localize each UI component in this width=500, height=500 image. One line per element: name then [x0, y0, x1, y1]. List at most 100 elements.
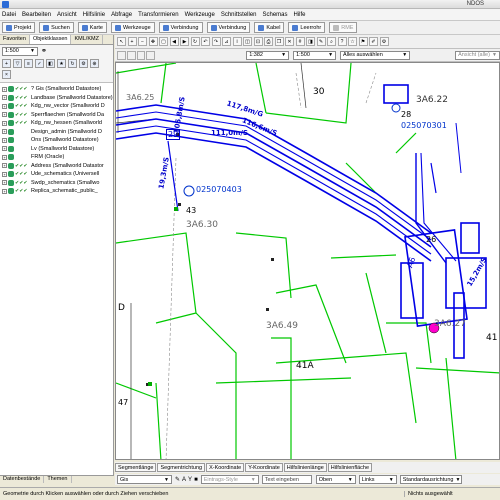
zoom-in-icon[interactable]: +	[127, 37, 137, 46]
previous-view-icon[interactable]: ◀	[169, 37, 179, 46]
datasource-row[interactable]: + ✔✔✔ Sperrflaechen (Smallworld Da	[0, 111, 113, 120]
orientation-select[interactable]: Standardausrichtung ▼	[399, 475, 462, 484]
lock-icon[interactable]: ⊡	[253, 37, 263, 46]
select-all-dropdown[interactable]: Alles auswählen ▼	[340, 50, 411, 60]
tab-favoriten[interactable]: Favoriten	[0, 35, 30, 44]
color-icon[interactable]: ■	[194, 477, 198, 483]
add-icon[interactable]: +	[2, 59, 11, 68]
menu-schemas[interactable]: Schemas	[263, 12, 288, 18]
layer-icon[interactable]: ◨	[306, 37, 315, 46]
settings-icon[interactable]: ⚙	[379, 37, 389, 46]
tool-icon[interactable]: ✎	[316, 37, 326, 46]
measure-icon[interactable]: ⊿	[222, 37, 231, 46]
tab-x-koordinate[interactable]: X-Koordinate	[206, 463, 245, 472]
kabel-button[interactable]: Kabel	[254, 22, 285, 33]
pan-icon[interactable]: ✥	[148, 37, 158, 46]
datasource-row[interactable]: + ✔✔✔ Address (Smallworld Datastor	[0, 162, 113, 171]
info-icon[interactable]: i	[232, 37, 242, 46]
scale-select-2[interactable]: 1:500 ▼	[293, 50, 337, 60]
refresh-icon[interactable]: ↻	[190, 37, 200, 46]
style-select[interactable]: Eintrags-Style ▼	[200, 475, 259, 484]
list-icon[interactable]: ≡	[24, 59, 33, 68]
scale-select[interactable]: 1:500 ▼	[2, 46, 38, 56]
star-icon[interactable]: ☆	[348, 37, 357, 46]
delete-icon[interactable]: ✕	[285, 37, 294, 46]
help-icon[interactable]: ?	[337, 37, 347, 46]
datasource-row[interactable]: + Lv (Smallworld Datastore)	[0, 145, 113, 154]
zoom-icon[interactable]: ⊕	[90, 59, 99, 68]
tab-themen[interactable]: Themen	[44, 476, 72, 483]
back-icon[interactable]	[126, 50, 136, 60]
leerrohr-button[interactable]: Leerrohr	[288, 22, 326, 33]
text-input[interactable]: Text eingeben	[261, 475, 312, 484]
font-icon[interactable]: Y	[188, 477, 192, 483]
check-icon[interactable]: ✓	[35, 59, 44, 68]
text-tool-icon[interactable]: ✎	[175, 476, 180, 483]
suchen-button[interactable]: Suchen	[39, 22, 74, 33]
copy-icon[interactable]: ❐	[274, 37, 284, 46]
verbindung-button-2[interactable]: Verbindung	[206, 22, 251, 33]
filter-icon[interactable]: ▽	[13, 59, 22, 68]
edit-icon[interactable]: ✐	[369, 37, 378, 46]
menu-schnittstellen[interactable]: Schnittstellen	[221, 12, 257, 18]
menu-bearbeiten[interactable]: Bearbeiten	[22, 12, 51, 18]
datasource-row[interactable]: + ✔✔✔ Replica_schematic_public_	[0, 187, 113, 196]
forward-icon[interactable]	[136, 50, 146, 60]
tab-segmentlaenge[interactable]: Segmentlänge	[115, 463, 157, 472]
tab-datenbestaende[interactable]: Datenbestände	[0, 476, 45, 483]
grid-icon[interactable]: #	[295, 37, 305, 46]
view-dropdown[interactable]: Ansicht (alle) ▼	[455, 50, 500, 60]
home-icon[interactable]	[117, 50, 126, 60]
layers-icon[interactable]: ◧	[46, 59, 55, 68]
next-view-icon[interactable]: ▶	[180, 37, 189, 46]
tab-objektklassen[interactable]: Objektklassen	[29, 35, 72, 44]
search-icon[interactable]: ⌕	[327, 37, 336, 46]
menu-transformieren[interactable]: Transformieren	[138, 12, 178, 18]
menu-abfrage[interactable]: Abfrage	[111, 12, 132, 18]
binoculars-icon[interactable]: ⚭	[41, 47, 47, 55]
zoom-extent-icon[interactable]	[146, 50, 156, 60]
datasource-row[interactable]: + Design_admin (Smallworld D	[0, 128, 113, 137]
horizontal-position-select[interactable]: Links ▼	[358, 475, 397, 484]
layer-select[interactable]: Gis ▼	[117, 475, 172, 484]
bold-icon[interactable]: A	[182, 477, 186, 483]
datasource-row[interactable]: + ✔✔✔ Ude_schematics (Universell	[0, 170, 113, 179]
vertical-position-select[interactable]: Oben ▼	[315, 475, 356, 484]
tab-hilfslinienlaenge[interactable]: Hilfslinienlänge	[283, 463, 327, 472]
rme-button[interactable]: RME	[329, 22, 358, 33]
tab-y-koordinate[interactable]: Y-Koordinate	[245, 463, 283, 472]
datasource-row[interactable]: + ✔✔✔ Kdg_nw_vector (Smallworld D	[0, 102, 113, 111]
map-canvas[interactable]: 30 28 3A6.22 025070301 117,8m/G 116,6m/S…	[115, 62, 500, 460]
menu-hilfe[interactable]: Hilfe	[294, 12, 306, 18]
menu-hilfslinie[interactable]: Hilfslinie	[83, 12, 105, 18]
zoom-window-icon[interactable]: ▢	[159, 37, 168, 46]
pointer-icon[interactable]: ↖	[117, 37, 126, 46]
print-icon[interactable]: ⎙	[264, 37, 273, 46]
tab-kml[interactable]: KML/KMZ	[71, 35, 103, 44]
datasource-row[interactable]: + ✔✔✔ Kdg_nw_hessen (Smallworld	[0, 119, 113, 128]
delete-icon[interactable]: ×	[2, 70, 11, 79]
tab-segmentrichtung[interactable]: Segmentrichtung	[157, 463, 206, 472]
flag-icon[interactable]: ⚑	[358, 37, 368, 46]
datasource-row[interactable]: + Ons (Smallworld Datastore)	[0, 136, 113, 145]
redo-icon[interactable]: ↷	[211, 37, 221, 46]
menu-ansicht[interactable]: Ansicht	[57, 12, 77, 18]
werkzeuge-button[interactable]: Werkzeuge	[110, 22, 155, 33]
datasource-row[interactable]: + ✔✔✔? Gis (Smallworld Datastore)	[0, 85, 113, 94]
zoom-out-icon[interactable]: −	[138, 37, 147, 46]
refresh-icon[interactable]: ↻	[68, 59, 77, 68]
datasource-row[interactable]: + FRM (Oracle)	[0, 153, 113, 162]
datasource-row[interactable]: + ✔✔✔ Swdp_schematics (Smallwo	[0, 179, 113, 188]
datasource-row[interactable]: + ✔✔✔ Landbase (Smallworld Datastore)	[0, 94, 113, 103]
projekt-button[interactable]: Projekt	[2, 22, 36, 33]
select-icon[interactable]: ◫	[243, 37, 252, 46]
menu-werkzeuge[interactable]: Werkzeuge	[185, 12, 215, 18]
tab-hilfslinienflaeche[interactable]: Hilfslinienfläche	[327, 463, 373, 472]
scale-select-1[interactable]: 1:382 ▼	[246, 50, 290, 60]
star-icon[interactable]: ★	[57, 59, 66, 68]
menu-datei[interactable]: Datei	[2, 12, 16, 18]
karte-button[interactable]: Karte	[77, 22, 107, 33]
settings-icon[interactable]: ⚙	[79, 59, 88, 68]
undo-icon[interactable]: ↶	[201, 37, 210, 46]
verbindung-button-1[interactable]: Verbindung	[158, 22, 203, 33]
